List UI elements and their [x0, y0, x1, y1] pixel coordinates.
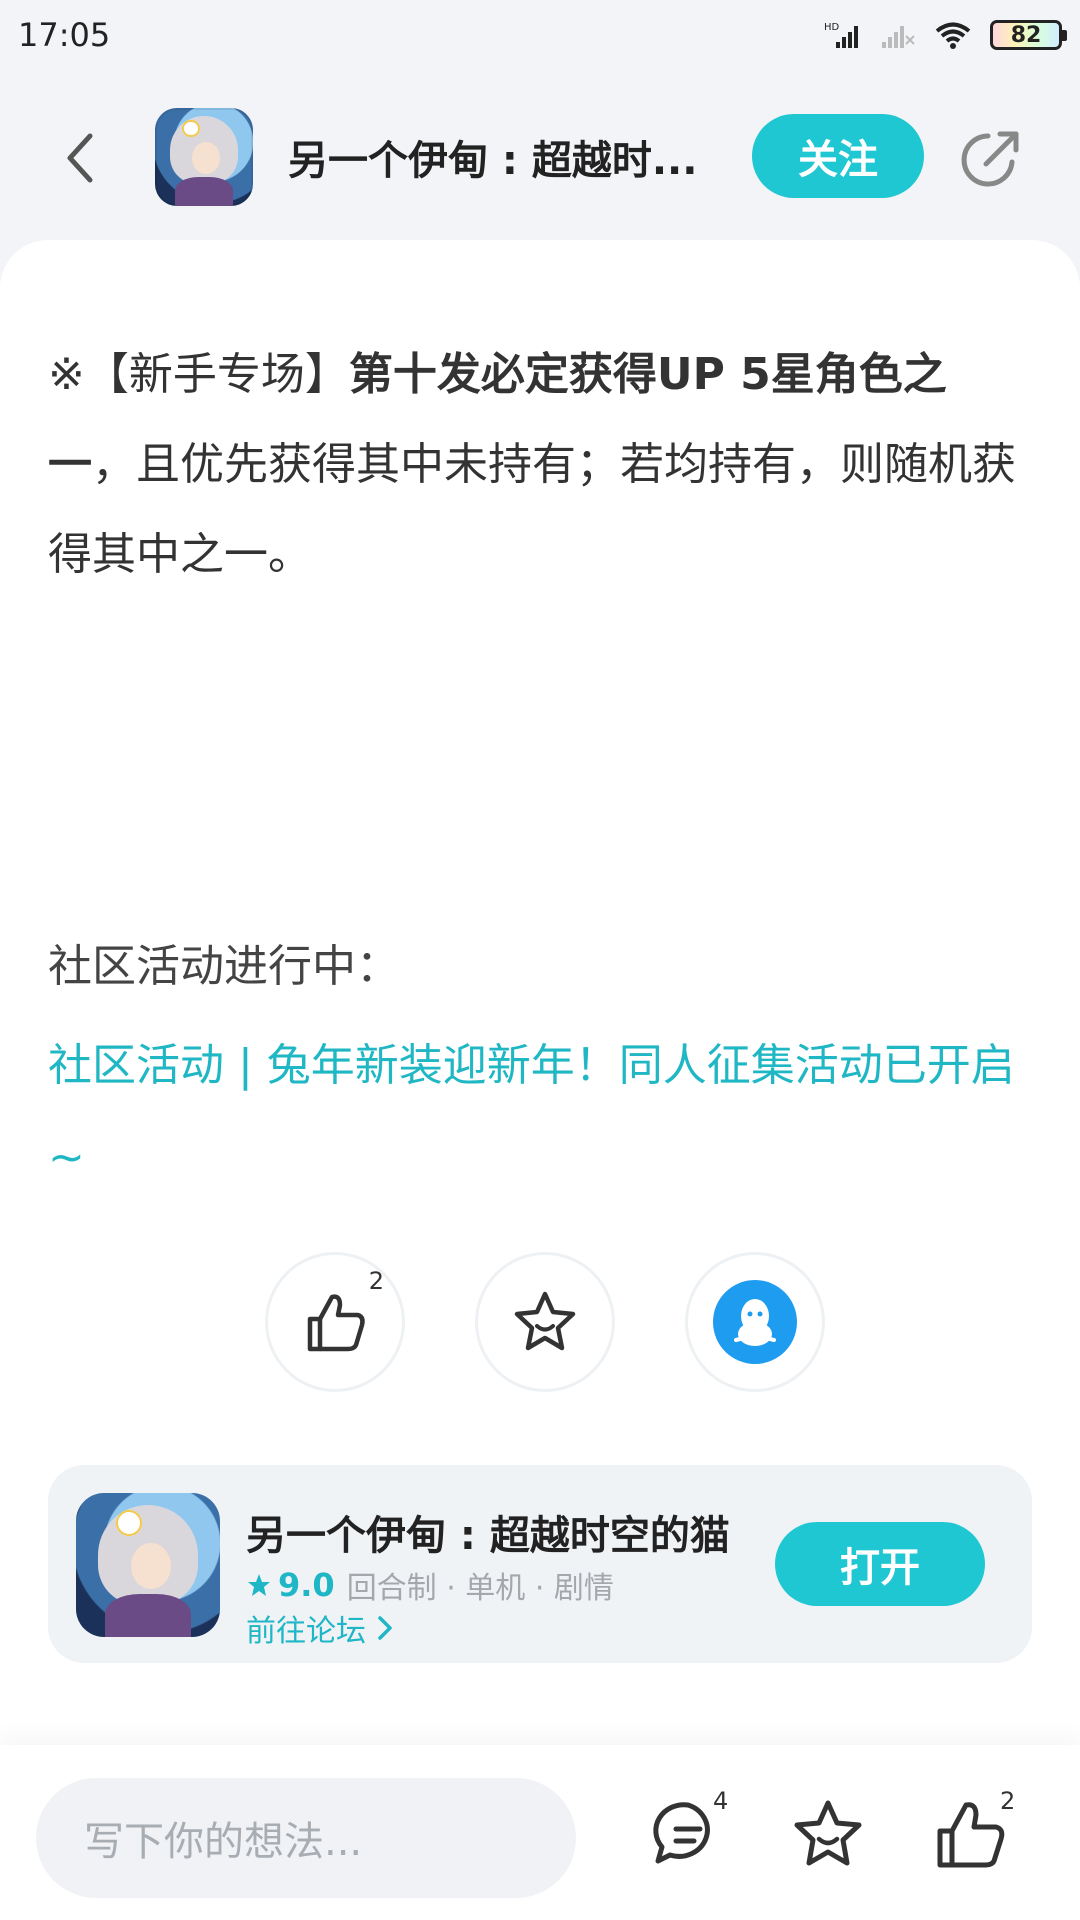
- hd-signal-icon: HD: [824, 22, 858, 48]
- star-icon: [514, 1291, 576, 1351]
- page-title: 另一个伊甸 : 超越时...: [288, 138, 698, 184]
- bottom-like-count: 2: [1000, 1787, 1016, 1815]
- thumb-up-icon: [307, 1294, 365, 1352]
- favorite-button[interactable]: [475, 1252, 615, 1392]
- game-meta: 9.0 回合制 · 单机 · 剧情: [246, 1563, 614, 1607]
- chevron-right-icon: [378, 1616, 392, 1640]
- svg-text:HD: HD: [824, 22, 840, 33]
- game-card-icon: [76, 1493, 220, 1637]
- post-paragraph: ※【新手专场】第十发必定获得UP 5星角色之一，且优先获得其中未持有；若均持有，…: [48, 330, 1028, 600]
- game-rating: 9.0: [246, 1566, 335, 1604]
- wifi-icon: [935, 22, 971, 49]
- status-icons: HD 82: [824, 20, 1067, 50]
- activity-link[interactable]: 社区活动 | 兔年新装迎新年！同人征集活动已开启~: [48, 1020, 1028, 1204]
- battery-level: 82: [1010, 22, 1042, 48]
- top-nav: 另一个伊甸 : 超越时... 关注: [0, 90, 1080, 225]
- paragraph-rest: ，且优先获得其中未持有；若均持有，则随机获得其中之一。: [48, 439, 1016, 580]
- back-arrow-icon[interactable]: [60, 128, 100, 188]
- battery-icon: 82: [990, 20, 1067, 50]
- status-bar: 17:05 HD 82: [0, 0, 1080, 70]
- rating-value: 9.0: [278, 1566, 335, 1604]
- forum-link[interactable]: 前往论坛: [246, 1606, 394, 1650]
- forum-link-label: 前往论坛: [246, 1614, 366, 1649]
- game-name: 另一个伊甸 : 超越时空的猫: [246, 1513, 730, 1559]
- game-tags: 回合制 · 单机 · 剧情: [346, 1571, 614, 1606]
- like-count: 2: [368, 1267, 384, 1295]
- qq-share-button[interactable]: [685, 1252, 825, 1392]
- comment-count: 4: [713, 1787, 729, 1815]
- qq-icon: [713, 1280, 797, 1364]
- bottom-bar: 写下你的想法... 4 2: [0, 1745, 1080, 1920]
- share-icon[interactable]: [956, 124, 1026, 194]
- follow-button[interactable]: 关注: [752, 114, 924, 198]
- rating-star-icon: [248, 1574, 270, 1596]
- paragraph-prefix: ※【新手专场】: [48, 349, 349, 400]
- comment-placeholder: 写下你的想法...: [84, 1819, 363, 1865]
- star-icon[interactable]: [788, 1795, 868, 1875]
- comment-input[interactable]: 写下你的想法...: [36, 1778, 576, 1898]
- section-title: 社区活动进行中：: [48, 941, 400, 992]
- like-button[interactable]: 2: [265, 1252, 405, 1392]
- thumb-up-icon[interactable]: [930, 1795, 1010, 1875]
- status-time: 17:05: [18, 16, 111, 54]
- signal-icon: [882, 26, 915, 48]
- game-app-icon[interactable]: [155, 108, 253, 206]
- game-card[interactable]: 另一个伊甸 : 超越时空的猫 9.0 回合制 · 单机 · 剧情 前往论坛 打开: [48, 1465, 1032, 1663]
- post-actions: 2: [265, 1252, 825, 1392]
- open-button[interactable]: 打开: [775, 1522, 985, 1606]
